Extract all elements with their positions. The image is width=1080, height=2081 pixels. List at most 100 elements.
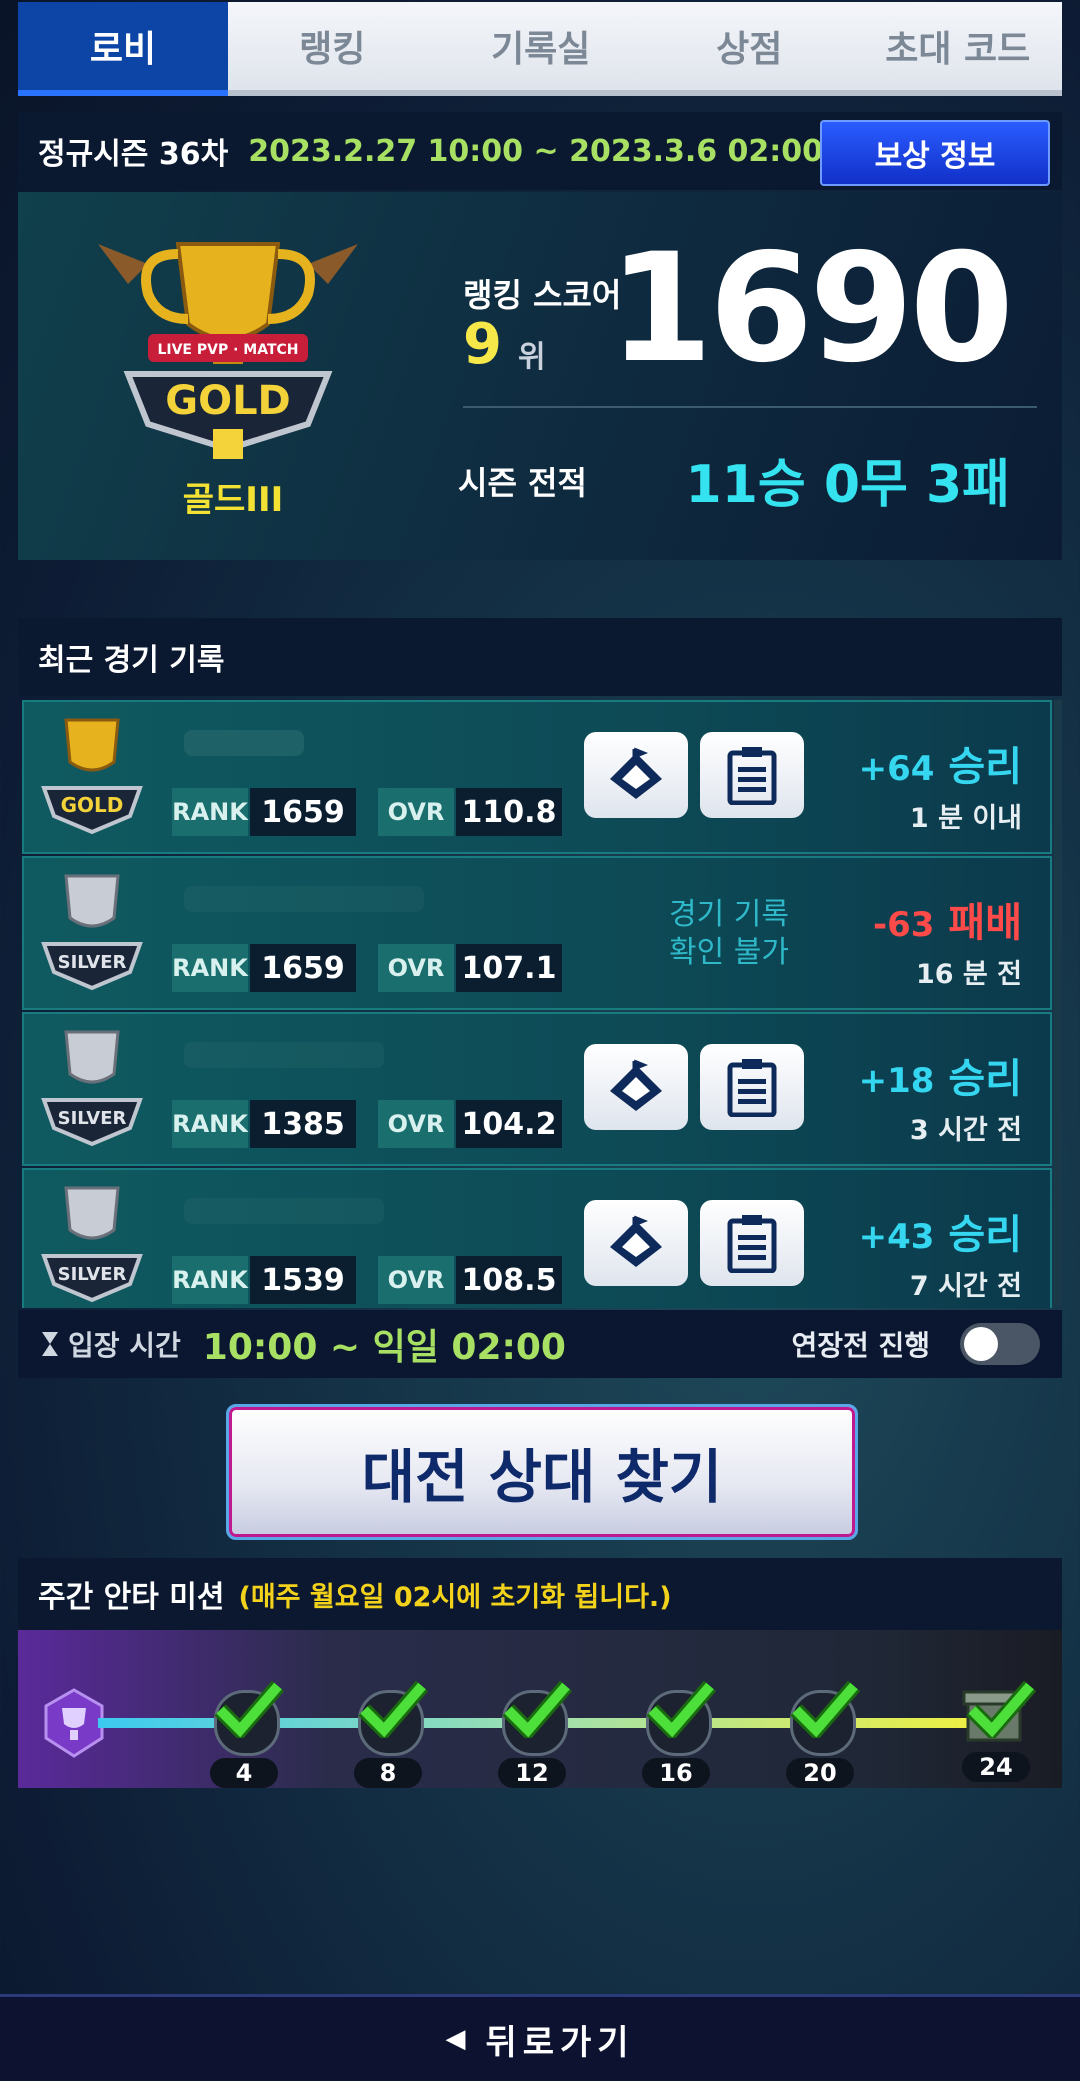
season-record-label: 시즌 전적 [458,464,587,502]
reward-info-button[interactable]: 보상 정보 [820,120,1050,186]
season-dates: 2023.2.27 10:00 ~ 2023.3.6 02:00 [248,133,824,169]
check-icon [214,1680,284,1738]
silver-tier-icon: SILVER [41,874,143,991]
find-opponent-button[interactable]: 대전 상대 찾기 [226,1404,858,1540]
ovr-label: OVR [378,1256,454,1304]
opponent-name-redacted [184,730,304,756]
back-label: 뒤로가기 [485,2022,635,2063]
opponent-rank: 1659 [250,788,356,836]
match-result: +64 승리 [858,744,1022,790]
match-record-button[interactable] [700,1200,804,1286]
back-arrow-icon: ◀ [445,2024,472,2054]
opponent-ovr: 108.5 [456,1256,562,1304]
tab-lobby[interactable]: 로비 [18,2,228,96]
match-row: SILVER RANK 1659 OVR 107.1 경기 기록 확인 불가 -… [22,856,1052,1010]
recent-matches-header: 최근 경기 기록 [18,618,1062,696]
entry-time-value: 10:00 ~ 익일 02:00 [202,1327,566,1368]
profile-divider [463,406,1037,408]
match-record-button[interactable] [700,732,804,818]
mission-step-label: 20 [786,1758,854,1788]
opponent-name-redacted [184,886,424,912]
mission-step-label: 16 [642,1758,710,1788]
profile-panel: LIVE PVP · MATCH GOLD 골드III 랭킹 스코어 9 위 1… [18,192,1062,560]
overtime-toggle[interactable] [960,1323,1040,1365]
opponent-name-redacted [184,1198,384,1224]
trophy-badge-icon [44,1688,104,1758]
back-button[interactable]: ◀ 뒤로가기 [0,1994,1080,2081]
match-list-scrollbar[interactable] [1054,700,1062,1306]
ranking-score: 1690 [608,222,1014,396]
opponent-ovr: 107.1 [456,944,562,992]
gold-league-emblem-icon: LIVE PVP · MATCH GOLD [98,242,358,459]
stadium-replay-button[interactable] [584,1200,688,1286]
mission-title: 주간 안타 미션 [38,1580,225,1615]
svg-text:SILVER: SILVER [58,1108,127,1129]
match-row: SILVER RANK 1385 OVR 104.2 +18 승리 3 시간 전 [22,1012,1052,1166]
stadium-icon [610,1059,662,1111]
check-icon [646,1680,716,1738]
mission-header: 주간 안타 미션 (매주 월요일 02시에 초기화 됩니다.) [18,1558,1062,1630]
match-time: 1 분 이내 [909,803,1022,834]
match-row: SILVER RANK 1539 OVR 108.5 +43 승리 7 시간 전 [22,1168,1052,1308]
opponent-rank: 1659 [250,944,356,992]
season-record: 11승 0무 3패 [685,455,1010,515]
overtime-label: 연장전 진행 [791,1329,930,1362]
silver-tier-icon: SILVER [41,1030,143,1147]
rank-label: RANK [172,1256,248,1304]
toggle-knob [964,1327,998,1361]
mission-step-label: 4 [210,1758,278,1788]
stadium-replay-button[interactable] [584,1044,688,1130]
top-tab-bar: 로비 랭킹 기록실 상점 초대 코드 [18,2,1062,96]
match-list-clip: SILVER RANK 1539 OVR 108.5 +43 승리 7 시간 전 [18,1168,1062,1308]
svg-text:SILVER: SILVER [58,952,127,973]
silver-tier-icon: SILVER [41,1186,143,1303]
opponent-ovr: 110.8 [456,788,562,836]
check-icon [502,1680,572,1738]
svg-text:LIVE PVP · MATCH: LIVE PVP · MATCH [157,342,298,358]
match-row: GOLD RANK 1659 OVR 110.8 +64 승리 1 분 이내 [22,700,1052,854]
check-icon [966,1680,1036,1738]
tab-invite-code[interactable]: 초대 코드 [854,2,1063,90]
stadium-replay-button[interactable] [584,732,688,818]
check-icon [790,1680,860,1738]
mission-step-label: 24 [962,1752,1030,1782]
entry-time-bar: 입장 시간 10:00 ~ 익일 02:00 연장전 진행 [18,1310,1062,1378]
check-icon [358,1680,428,1738]
svg-text:GOLD: GOLD [165,378,291,424]
ranking-score-label: 랭킹 스코어 [463,276,622,314]
recent-matches-title: 최근 경기 기록 [38,643,225,678]
tab-shop[interactable]: 상점 [645,2,854,90]
tier-name: 골드III [182,480,284,520]
record-unavailable-text: 경기 기록 확인 불가 [669,897,789,970]
opponent-rank: 1385 [250,1100,356,1148]
tab-records[interactable]: 기록실 [437,2,646,90]
mission-step-label: 8 [354,1758,422,1788]
opponent-rank: 1539 [250,1256,356,1304]
season-header: 정규시즌 36차 2023.2.27 10:00 ~ 2023.3.6 02:0… [18,112,1062,190]
ovr-label: OVR [378,788,454,836]
match-time: 3 시간 전 [909,1115,1022,1146]
rank-position: 9 [463,312,502,377]
svg-text:SILVER: SILVER [58,1264,127,1285]
tab-ranking[interactable]: 랭킹 [228,2,437,90]
match-result: -63 패배 [873,900,1022,946]
mission-progress-track: 4 8 12 16 20 24 [18,1630,1062,1788]
clipboard-icon [727,1059,777,1117]
stadium-icon [610,747,662,799]
mission-reset-note: (매주 월요일 02시에 초기화 됩니다.) [238,1581,672,1613]
stadium-icon [610,1215,662,1267]
season-title: 정규시즌 36차 [38,137,229,172]
gold-tier-icon: GOLD [41,718,143,835]
match-time: 7 시간 전 [909,1271,1022,1302]
clipboard-icon [727,1215,777,1273]
match-result: +43 승리 [858,1212,1022,1258]
opponent-ovr: 104.2 [456,1100,562,1148]
svg-text:GOLD: GOLD [61,793,124,817]
clipboard-icon [727,747,777,805]
hourglass-icon [42,1332,58,1356]
mission-step-label: 12 [498,1758,566,1788]
ovr-label: OVR [378,1100,454,1148]
ovr-label: OVR [378,944,454,992]
match-record-button[interactable] [700,1044,804,1130]
rank-unit: 위 [518,340,546,375]
